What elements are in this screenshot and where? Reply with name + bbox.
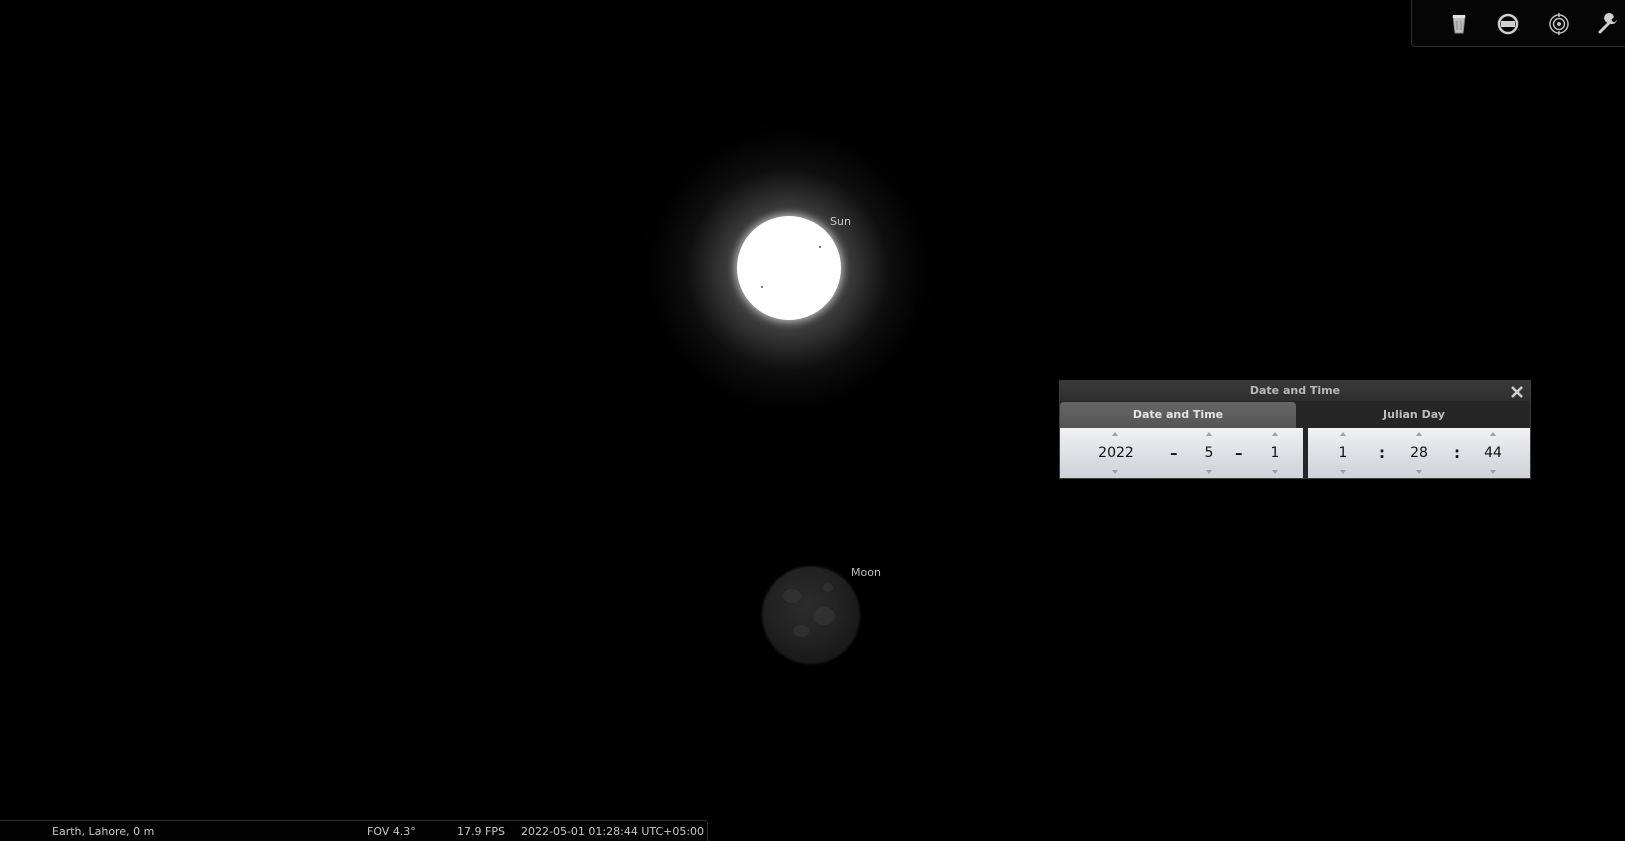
month-field[interactable]: 5 <box>1194 445 1224 461</box>
day-down-arrow-icon[interactable] <box>1272 470 1278 474</box>
time-separator: : <box>1379 444 1385 462</box>
wrench-icon[interactable] <box>1594 10 1622 38</box>
moon-label: Moon <box>851 566 881 579</box>
second-down-arrow-icon[interactable] <box>1490 470 1496 474</box>
year-up-arrow-icon[interactable] <box>1112 432 1118 436</box>
fov-text: FOV 4.3° <box>367 825 416 838</box>
year-down-arrow-icon[interactable] <box>1112 470 1118 474</box>
date-separator: – <box>1235 444 1243 462</box>
close-icon[interactable] <box>1510 384 1524 398</box>
date-spinner-panel: 2022 – 5 – 1 <box>1060 428 1303 478</box>
dialog-title: Date and Time <box>1249 384 1341 397</box>
location-text[interactable]: Earth, Lahore, 0 m <box>52 825 154 838</box>
year-field[interactable]: 2022 <box>1086 445 1146 461</box>
sun-label: Sun <box>830 215 851 228</box>
date-time-dialog: Date and Time Date and Time Julian Day 2… <box>1059 380 1531 479</box>
month-down-arrow-icon[interactable] <box>1206 470 1212 474</box>
hour-down-arrow-icon[interactable] <box>1340 470 1346 474</box>
time-separator: : <box>1454 444 1460 462</box>
sunspot <box>761 286 763 288</box>
minute-up-arrow-icon[interactable] <box>1416 432 1422 436</box>
minute-field[interactable]: 28 <box>1404 445 1434 461</box>
second-up-arrow-icon[interactable] <box>1490 432 1496 436</box>
tab-julian-day[interactable]: Julian Day <box>1298 402 1530 428</box>
dialog-titlebar[interactable]: Date and Time <box>1060 381 1530 401</box>
ocular-view-icon[interactable] <box>1494 10 1522 38</box>
date-separator: – <box>1170 444 1178 462</box>
moon-disk[interactable] <box>763 567 859 663</box>
sun-disk[interactable] <box>737 216 841 320</box>
moon-crater <box>813 607 835 625</box>
day-field[interactable]: 1 <box>1260 445 1290 461</box>
top-right-toolbar <box>1411 0 1625 47</box>
moon-crater <box>823 583 833 592</box>
hour-up-arrow-icon[interactable] <box>1340 432 1346 436</box>
day-up-arrow-icon[interactable] <box>1272 432 1278 436</box>
tab-date-and-time[interactable]: Date and Time <box>1060 402 1296 428</box>
moon-crater <box>783 589 801 603</box>
sunspot <box>819 246 821 248</box>
time-spinner-panel: 1 : 28 : 44 <box>1308 428 1530 478</box>
fps-text: 17.9 FPS <box>457 825 505 838</box>
month-up-arrow-icon[interactable] <box>1206 432 1212 436</box>
second-field[interactable]: 44 <box>1478 445 1508 461</box>
telescope-icon[interactable] <box>1445 10 1473 38</box>
datetime-text[interactable]: 2022-05-01 01:28:44 UTC+05:00 <box>521 825 704 838</box>
sensor-frame-icon[interactable] <box>1545 10 1573 38</box>
moon-crater <box>793 625 809 637</box>
minute-down-arrow-icon[interactable] <box>1416 470 1422 474</box>
hour-field[interactable]: 1 <box>1328 445 1358 461</box>
status-bar: Earth, Lahore, 0 m FOV 4.3° 17.9 FPS 202… <box>0 820 708 841</box>
